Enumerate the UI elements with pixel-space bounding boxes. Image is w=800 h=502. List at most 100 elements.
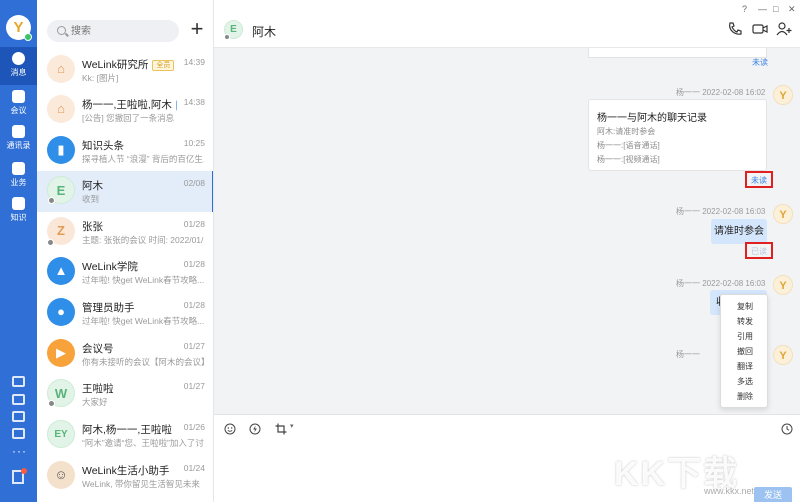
search-box[interactable]	[47, 20, 179, 42]
chat-icon	[12, 52, 25, 65]
lightning-icon[interactable]	[249, 423, 261, 435]
card-line: 阿木:请准时参会	[597, 127, 656, 136]
tag-badge: 全员	[152, 60, 175, 71]
card-line: 杨一一:[视频通话]	[597, 155, 660, 164]
conversation-name: 知识头条	[82, 140, 124, 152]
more-icon[interactable]: ···	[12, 444, 27, 458]
chat-panel: ? — □ ✕ E 阿木 未读 杨一一 2022-02-08 16:02 Y 杨…	[214, 0, 800, 502]
conversation-name: WeLink生活小助手	[82, 465, 170, 477]
menu-item-translate[interactable]: 翻译	[721, 359, 769, 374]
rail-item-label: 知识	[10, 213, 27, 222]
conversation-preview: 探寻植人节 “浪漫” 背后的百亿生...	[82, 154, 204, 164]
unread-status: 未读	[752, 58, 768, 67]
conversation-item-selected[interactable]: E 阿木 02/08 收到	[37, 171, 213, 212]
left-rail: Y 消息 会议 通讯录 业务 知识 ···	[0, 0, 37, 502]
rail-item-business[interactable]: 业务	[0, 157, 37, 195]
conversation-item[interactable]: ● 管理员助手 01/28 过年啦! 快get WeLink春节攻略...	[37, 293, 213, 334]
my-avatar[interactable]: Y	[6, 15, 32, 41]
conversation-time: 14:39	[183, 57, 205, 67]
offline-status-icon	[48, 400, 55, 407]
unread-status: 未读	[751, 176, 767, 185]
offline-status-icon	[224, 34, 230, 40]
maximize-icon[interactable]: □	[773, 4, 778, 14]
emoji-icon[interactable]	[224, 423, 236, 435]
rail-item-messages[interactable]: 消息	[0, 47, 37, 85]
video-call-icon[interactable]	[752, 22, 768, 36]
menu-item-forward[interactable]: 转发	[721, 314, 769, 329]
chevron-down-icon[interactable]: ▾	[290, 423, 296, 430]
rail-item-label: 通讯录	[6, 141, 31, 150]
message-time: 杨一一 2022-02-08 16:03	[676, 279, 766, 288]
rail-item-contacts[interactable]: 通讯录	[0, 120, 37, 158]
conversation-name: 张张	[82, 221, 103, 233]
calendar-icon[interactable]	[12, 376, 25, 387]
menu-item-copy[interactable]: 复制	[721, 299, 769, 314]
add-icon[interactable]: +	[188, 18, 206, 40]
conversation-time: 01/27	[183, 381, 205, 391]
conversation-time: 01/24	[183, 463, 205, 473]
menu-item-delete[interactable]: 删除	[721, 389, 769, 404]
conversation-item[interactable]: ▲ WeLink学院 01/28 过年啦! 快get WeLink春节攻略...	[37, 252, 213, 293]
my-avatar[interactable]: Y	[773, 345, 793, 365]
conversation-name: 王啦啦	[82, 383, 114, 395]
message-time: 杨一一 2022-02-08 16:02	[676, 88, 766, 97]
add-member-icon[interactable]	[776, 22, 792, 36]
help-icon[interactable]: ?	[742, 4, 747, 14]
conversation-preview: 过年啦! 快get WeLink春节攻略...	[82, 316, 204, 326]
menu-item-multiselect[interactable]: 多选	[721, 374, 769, 389]
rail-item-label: 消息	[10, 68, 27, 77]
conversation-item[interactable]: Z 张张 01/28 主题: 张张的会议 时间: 2022/01/...	[37, 212, 213, 253]
message-bubble[interactable]: 请准时参会	[711, 219, 767, 244]
conversation-item[interactable]: ⌂ WeLink研究所 全员 14:39 Kk: [图片]	[37, 50, 213, 91]
my-avatar[interactable]: Y	[773, 275, 793, 295]
conversation-item[interactable]: ▮ 知识头条 10:25 探寻植人节 “浪漫” 背后的百亿生...	[37, 131, 213, 172]
rail-item-knowledge[interactable]: 知识	[0, 192, 37, 230]
conversation-item[interactable]: ☺ WeLink生活小助手 01/24 WeLink, 带你留见生活智见未来	[37, 456, 213, 497]
conversation-item[interactable]: ▶ 会议号 01/27 你有未接听的会议【阿木的会议】	[37, 334, 213, 375]
conversation-name: WeLink研究所 全员	[82, 57, 177, 71]
offline-status-icon	[47, 239, 54, 246]
minimize-icon[interactable]: —	[758, 4, 767, 14]
cube-icon[interactable]	[12, 411, 25, 422]
academy-avatar: ▲	[47, 257, 75, 285]
my-avatar[interactable]: Y	[773, 204, 793, 224]
conversation-time: 01/26	[183, 422, 205, 432]
tag-badge: 团队	[175, 100, 177, 111]
apps-icon[interactable]	[12, 468, 27, 484]
conversation-preview: Kk: [图片]	[82, 73, 119, 83]
chat-history-card[interactable]: 杨一一与阿木的聊天记录 阿木:请准时参会 杨一一:[语音通话] 杨一一:[视频通…	[588, 99, 767, 171]
conversation-preview: 收到	[82, 194, 100, 204]
conversation-time: 02/08	[183, 178, 205, 188]
mail-icon[interactable]	[12, 394, 25, 405]
peer-name: 阿木	[252, 25, 277, 39]
previous-card	[588, 48, 767, 58]
user-avatar: E	[47, 176, 75, 204]
conversation-name: WeLink学院	[82, 261, 138, 273]
conversation-item[interactable]: EY 阿木,杨一一,王啦啦 01/26 “阿木”邀请“您、王啦啦”加入了讨论..…	[37, 415, 213, 456]
conversation-time: 01/28	[183, 259, 205, 269]
phone-icon[interactable]	[727, 22, 743, 36]
conversation-preview: 过年啦! 快get WeLink春节攻略...	[82, 275, 204, 285]
notification-badge	[21, 468, 27, 474]
conversation-name: 管理员助手	[82, 302, 135, 314]
search-input[interactable]	[71, 23, 171, 39]
search-icon	[57, 26, 66, 35]
conversation-time: 10:25	[183, 138, 205, 148]
conversation-item[interactable]: ⌂ 杨一一,王啦啦,阿木团队 14:38 [公告] 您撤回了一条消息	[37, 90, 213, 131]
rail-item-meetings[interactable]: 会议	[0, 85, 37, 123]
history-icon[interactable]	[781, 423, 793, 435]
menu-item-quote[interactable]: 引用	[721, 329, 769, 344]
menu-item-recall[interactable]: 撤回	[721, 344, 769, 359]
user-avatar: Z	[47, 217, 75, 246]
conversation-time: 01/27	[183, 341, 205, 351]
screen-icon[interactable]	[12, 428, 25, 439]
close-icon[interactable]: ✕	[788, 4, 796, 15]
my-avatar[interactable]: Y	[773, 85, 793, 105]
conversation-item[interactable]: W 王啦啦 01/27 大家好	[37, 374, 213, 415]
conversation-preview: [公告] 您撤回了一条消息	[82, 113, 175, 123]
rail-item-label: 会议	[10, 106, 27, 115]
avatar-letter: Y	[13, 19, 24, 36]
card-title: 杨一一与阿木的聊天记录	[597, 113, 707, 124]
screenshot-icon[interactable]	[275, 423, 287, 435]
peer-avatar[interactable]: E	[224, 20, 243, 40]
